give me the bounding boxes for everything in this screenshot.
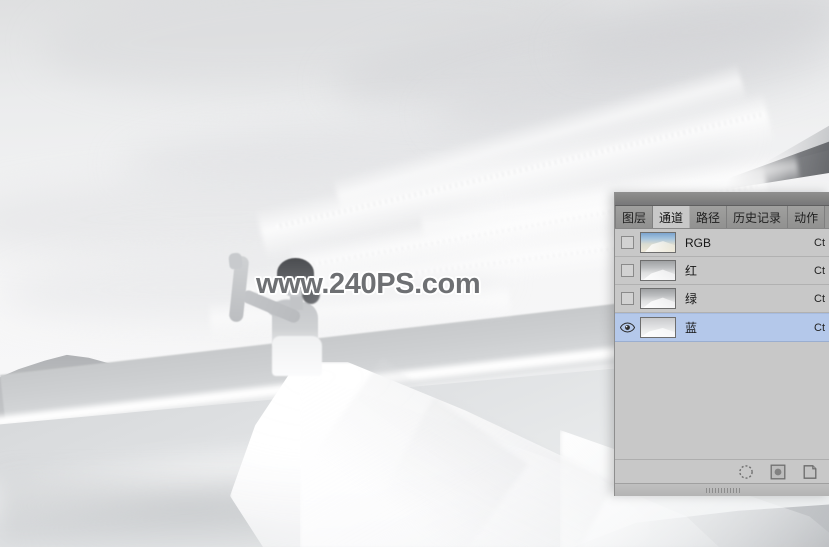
channel-list-empty-area xyxy=(615,342,829,457)
visibility-toggle-blue[interactable] xyxy=(615,322,640,333)
visibility-empty-box-icon xyxy=(621,236,634,249)
channel-row-rgb[interactable]: RGB Ct xyxy=(615,229,829,257)
channel-thumbnail-rgb xyxy=(640,232,676,253)
dashed-circle-icon[interactable] xyxy=(738,464,754,480)
panel-titlebar[interactable] xyxy=(615,192,829,206)
filled-circle-in-square-icon[interactable] xyxy=(770,464,786,480)
channel-name-red: 红 xyxy=(685,264,698,278)
channel-thumbnail-blue xyxy=(640,317,676,338)
watermark-text: www.240PS.com xyxy=(256,268,481,300)
tab-paths[interactable]: 路径 xyxy=(690,206,728,228)
channels-panel: 图层 通道 路径 历史记录 动作 RGB Ct 红 Ct 绿 Ct 蓝 Ct xyxy=(614,192,829,496)
visibility-toggle-red[interactable] xyxy=(615,264,640,277)
channel-shortcut-blue: Ct xyxy=(814,321,825,334)
bride-hand xyxy=(228,252,243,270)
panel-footer-toolbar xyxy=(615,459,829,484)
channel-name-rgb: RGB xyxy=(685,235,712,250)
channel-row-blue[interactable]: 蓝 Ct xyxy=(615,313,829,342)
tab-history[interactable]: 历史记录 xyxy=(727,206,789,228)
dress-bodice xyxy=(272,336,322,376)
tab-actions[interactable]: 动作 xyxy=(788,206,826,228)
channel-thumbnail-red xyxy=(640,260,676,281)
channel-row-green[interactable]: 绿 Ct xyxy=(615,285,829,313)
new-page-icon[interactable] xyxy=(802,464,818,480)
panel-tab-strip: 图层 通道 路径 历史记录 动作 xyxy=(615,206,829,229)
visibility-empty-box-icon xyxy=(621,264,634,277)
channel-name-blue: 蓝 xyxy=(685,321,698,335)
panel-resize-grip[interactable] xyxy=(615,483,829,496)
eye-icon xyxy=(620,322,635,333)
channel-name-green: 绿 xyxy=(685,292,698,306)
channel-shortcut-rgb: Ct xyxy=(814,236,825,249)
channel-shortcut-red: Ct xyxy=(814,264,825,277)
visibility-toggle-green[interactable] xyxy=(615,292,640,305)
channel-list: RGB Ct 红 Ct 绿 Ct 蓝 Ct xyxy=(615,229,829,457)
visibility-toggle-rgb[interactable] xyxy=(615,236,640,249)
channel-row-red[interactable]: 红 Ct xyxy=(615,257,829,285)
screenshot-root: www.240PS.com 图层 通道 路径 历史记录 动作 RGB Ct 红 … xyxy=(0,0,829,547)
tab-channels[interactable]: 通道 xyxy=(653,206,691,228)
visibility-empty-box-icon xyxy=(621,292,634,305)
channel-shortcut-green: Ct xyxy=(814,292,825,305)
grip-dots-icon xyxy=(705,487,740,493)
tab-layers[interactable]: 图层 xyxy=(615,206,654,228)
channel-thumbnail-green xyxy=(640,288,676,309)
